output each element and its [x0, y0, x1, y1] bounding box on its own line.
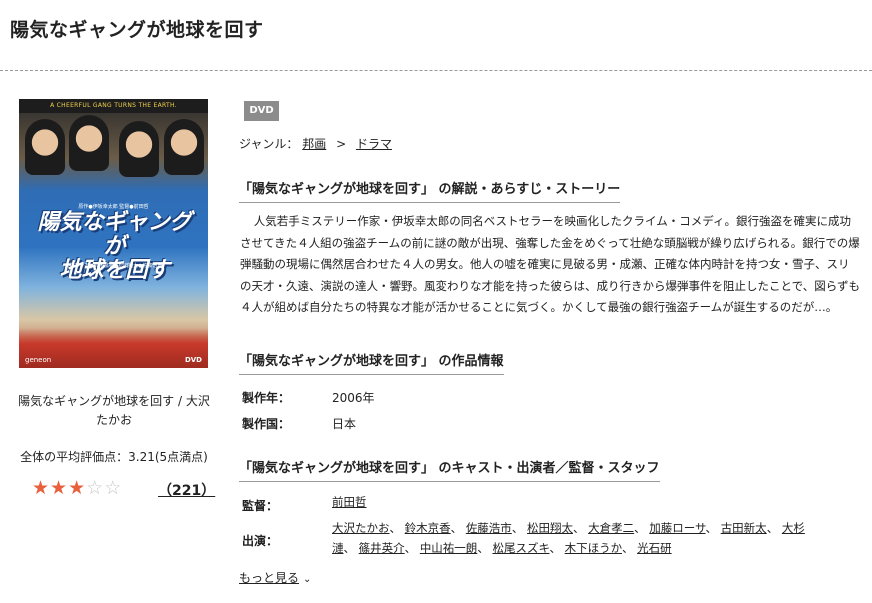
star-full-icon: ★	[68, 477, 87, 499]
cast-member-link[interactable]: 大沢たかお	[332, 521, 390, 535]
cast-member-link[interactable]: 大杉	[782, 521, 805, 535]
star-empty-icon: ☆	[86, 477, 105, 499]
synopsis-heading: 「陽気なギャングが地球を回す」 の解説・あらすじ・ストーリー	[239, 178, 621, 203]
cast-member-link[interactable]: 篠井英介	[359, 541, 405, 555]
production-year-label: 製作年：	[242, 391, 291, 405]
cast-list: 大沢たかお、 鈴木京香、 佐藤浩市、 松田翔太、 大倉孝二、 加藤ローサ、 古田…	[332, 518, 862, 558]
rating-stars: ★★★☆☆	[32, 477, 122, 499]
cast-separator: 、	[511, 521, 527, 535]
cover-cast-names: 大沢たかお●鈴木京香●松田翔太●佐藤浩市	[64, 263, 163, 269]
dvd-cover-image[interactable]: A CHEERFUL GANG TURNS THE EARTH. 原作●伊坂幸太…	[19, 99, 208, 368]
review-count-link[interactable]: （221）	[158, 480, 215, 500]
cast-separator: 、	[634, 521, 650, 535]
cast-separator: 、	[477, 541, 493, 555]
work-info-heading: 「陽気なギャングが地球を回す」 の作品情報	[239, 350, 504, 375]
cast-member-link[interactable]: 松尾スズキ	[492, 541, 549, 555]
cast-separator: 、	[549, 541, 565, 555]
cast-member-link[interactable]: 古田新太	[721, 521, 767, 535]
cast-member-link[interactable]: 光石研	[637, 541, 672, 555]
cast-member-link[interactable]: 鈴木京香	[405, 521, 451, 535]
cast-separator: 、	[621, 541, 638, 555]
star-full-icon: ★	[32, 477, 51, 499]
cover-title: 陽気なギャングが 地球を回す	[27, 211, 202, 283]
format-badge: DVD	[244, 101, 279, 121]
genre-label: ジャンル：	[239, 137, 299, 151]
cast-list-line-2: 漣、 篠井英介、 中山祐一朗、 松尾スズキ、 木下ほうか、 光石研	[332, 538, 862, 558]
cover-title-line1: 陽気なギャングが	[37, 210, 192, 259]
cast-separator: 、	[404, 541, 420, 555]
cast-member-link[interactable]: 木下ほうか	[565, 541, 622, 555]
cast-staff-heading: 「陽気なギャングが地球を回す」 のキャスト・出演者／監督・スタッフ	[239, 457, 660, 482]
cast-separator: 、	[450, 521, 466, 535]
chevron-down-icon: ⌄	[303, 574, 312, 585]
cast-separator: 、	[389, 521, 405, 535]
cast-separator: 、	[572, 521, 589, 535]
page-title: 陽気なギャングが地球を回す	[10, 19, 264, 41]
genre-link-drama[interactable]: ドラマ	[356, 137, 392, 151]
cover-caption: 陽気なギャングが地球を回す / 大沢たかお	[18, 394, 210, 427]
cast-member-link[interactable]: 松田翔太	[527, 521, 573, 535]
cast-member-link[interactable]: 中山祐一朗	[420, 541, 478, 555]
star-empty-icon: ☆	[104, 477, 123, 499]
genre-breadcrumb: ジャンル： 邦画 > ドラマ	[239, 135, 392, 152]
cast-label: 出演：	[242, 534, 279, 548]
director-link[interactable]: 前田哲	[332, 495, 367, 509]
show-more-link[interactable]: もっと見る ⌄	[239, 569, 311, 586]
cover-publisher-logo: geneon	[25, 356, 52, 364]
cast-separator: 、	[705, 521, 721, 535]
production-country-value: 日本	[332, 417, 357, 431]
cast-member-link[interactable]: 漣	[332, 541, 344, 555]
cast-list-line-1: 大沢たかお、 鈴木京香、 佐藤浩市、 松田翔太、 大倉孝二、 加藤ローサ、 古田…	[332, 518, 862, 538]
genre-link-hougaku[interactable]: 邦画	[302, 137, 326, 151]
title-divider	[0, 70, 872, 71]
production-country-label: 製作国：	[242, 417, 291, 431]
cover-credits: 原作●伊坂幸太郎 監督●前田哲	[78, 204, 149, 210]
cast-member-link[interactable]: 大倉孝二	[588, 521, 634, 535]
synopsis-text: 人気若手ミステリー作家・伊坂幸太郎の同名ベストセラーを映画化したクライム・コメデ…	[240, 214, 860, 314]
cast-member-link[interactable]: 佐藤浩市	[466, 521, 512, 535]
cast-separator: 、	[766, 521, 782, 535]
production-year-value: 2006年	[332, 391, 375, 405]
show-more-label: もっと見る	[239, 571, 300, 585]
cast-member-link[interactable]: 加藤ローサ	[649, 521, 705, 535]
cover-tagline: A CHEERFUL GANG TURNS THE EARTH.	[19, 99, 208, 113]
cover-dvd-mark: DVD	[184, 356, 202, 364]
star-full-icon: ★	[50, 477, 69, 499]
cover-cast-photo	[19, 113, 208, 183]
director-label: 監督：	[242, 499, 279, 513]
average-rating-label: 全体の平均評価点：3.21(5点満点)	[20, 450, 208, 464]
cast-separator: 、	[343, 541, 359, 555]
genre-separator: >	[336, 137, 347, 151]
director-row: 前田哲	[332, 492, 862, 512]
